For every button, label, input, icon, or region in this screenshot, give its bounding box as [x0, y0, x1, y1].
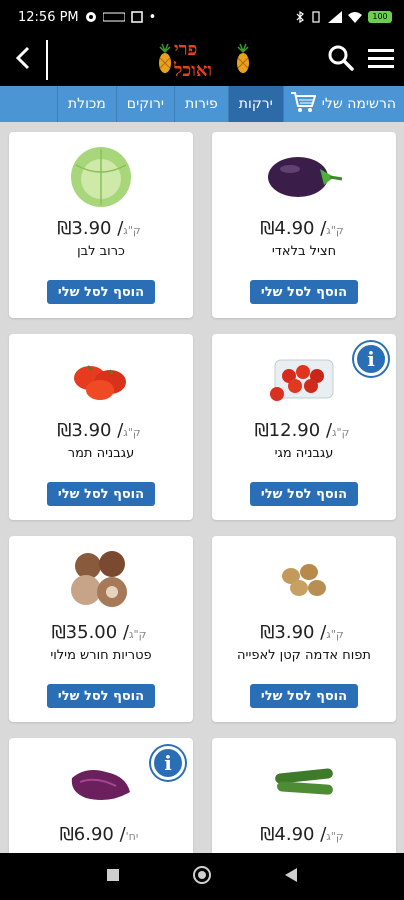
app-header: פרי ואוכל [0, 34, 404, 86]
wifi-icon [348, 11, 362, 23]
bluetooth-icon [296, 11, 304, 23]
product-name: עגבניה תמר [67, 446, 135, 461]
tab-label: פירות [185, 96, 218, 112]
cabbage-icon [9, 142, 193, 212]
product-card[interactable]: ק"ג/ ₪3.90 תפוח אדמה קטן לאפייה הוסף לסל… [212, 536, 396, 722]
product-price: ₪3.90 [57, 218, 112, 239]
signal-icon [328, 11, 342, 23]
app-notification-icon [85, 11, 97, 23]
product-unit: ק"ג [332, 426, 350, 439]
add-to-cart-button[interactable]: הוסף לסל שלי [47, 684, 155, 708]
product-price: ₪35.00 [51, 622, 118, 643]
product-card[interactable]: ק"ג/ ₪35.00 פטריות חורש מילוי הוסף לסל ש… [9, 536, 193, 722]
recents-icon[interactable] [106, 867, 120, 886]
product-unit: ק"ג [123, 426, 141, 439]
potato-icon [212, 546, 396, 616]
system-nav-bar [0, 853, 404, 900]
product-unit: יח' [125, 830, 139, 843]
logo[interactable]: פרי ואוכל [158, 39, 250, 81]
product-unit: ק"ג [123, 224, 141, 237]
product-unit: ק"ג [129, 628, 147, 641]
battery-icon: 100 [368, 11, 392, 23]
home-icon[interactable] [192, 865, 212, 889]
back-icon [15, 46, 31, 74]
product-card[interactable]: ק"ג/ ₪3.90 כרוב לבן הוסף לסל שלי [9, 132, 193, 318]
add-to-cart-button[interactable]: הוסף לסל שלי [250, 482, 358, 506]
eggplant-icon [212, 142, 396, 212]
dot-icon: • [148, 9, 157, 25]
category-tabs: הרשימה שלי ירקות פירות ירוקים מכולת [0, 86, 404, 122]
notification-icon [130, 11, 143, 23]
vibrate-icon [310, 11, 322, 23]
zucchini-icon [212, 748, 396, 818]
product-card[interactable]: i יח'/ ₪6.90 [9, 738, 193, 853]
product-name: עגבניה מגי [274, 446, 334, 461]
menu-icon[interactable] [368, 47, 394, 73]
product-card[interactable]: ק"ג/ ₪3.90 עגבניה תמר הוסף לסל שלי [9, 334, 193, 520]
tab-vegetables[interactable]: ירקות [227, 86, 283, 122]
cart-icon [290, 91, 317, 117]
status-time: 12:56 PM [18, 9, 79, 25]
add-to-cart-button[interactable]: הוסף לסל שלי [250, 280, 358, 304]
product-card[interactable]: ק"ג/ ₪4.90 [212, 738, 396, 853]
system-back-icon[interactable] [284, 867, 298, 887]
tab-grocery[interactable]: מכולת [56, 86, 116, 122]
tomato-icon [9, 344, 193, 414]
product-price: ₪12.90 [254, 420, 321, 441]
notification-badge-icon [102, 12, 125, 22]
tab-label: הרשימה שלי [321, 96, 396, 112]
product-price: ₪4.90 [260, 824, 315, 845]
product-grid: ק"ג/ ₪4.90 חציל בלאדי הוסף לסל שלי ק"ג/ … [0, 122, 404, 853]
tab-label: מכולת [67, 96, 106, 112]
pineapple-icon [158, 42, 172, 78]
tab-my-list[interactable]: הרשימה שלי [282, 86, 404, 122]
product-card[interactable]: ק"ג/ ₪4.90 חציל בלאדי הוסף לסל שלי [212, 132, 396, 318]
mushroom-icon [9, 546, 193, 616]
product-unit: ק"ג [326, 628, 344, 641]
add-to-cart-button[interactable]: הוסף לסל שלי [47, 482, 155, 506]
product-price: ₪3.90 [260, 622, 315, 643]
product-price: ₪3.90 [57, 420, 112, 441]
tab-greens[interactable]: ירוקים [115, 86, 174, 122]
search-icon[interactable] [328, 45, 354, 75]
product-card[interactable]: i ק"ג/ ₪12.90 עגבניה מגי הוסף לסל שלי [212, 334, 396, 520]
product-unit: ק"ג [326, 224, 344, 237]
status-bar: 12:56 PM • 100 [0, 0, 404, 34]
tab-label: ירוקים [126, 96, 164, 112]
product-name: תפוח אדמה קטן לאפייה [237, 648, 371, 663]
logo-text: פרי ואוכל [174, 39, 212, 81]
cherry-tomato-pack-icon [212, 344, 396, 414]
product-price: ₪4.90 [260, 218, 315, 239]
product-name: פטריות חורש מילוי [50, 648, 152, 663]
product-name: כרוב לבן [77, 244, 125, 259]
add-to-cart-button[interactable]: הוסף לסל שלי [250, 684, 358, 708]
red-cabbage-pack-icon [9, 748, 193, 818]
product-unit: ק"ג [326, 830, 344, 843]
add-to-cart-button[interactable]: הוסף לסל שלי [47, 280, 155, 304]
tab-fruits[interactable]: פירות [174, 86, 228, 122]
product-name: חציל בלאדי [271, 244, 337, 259]
pineapple-icon [236, 42, 250, 78]
tab-label: ירקות [238, 96, 273, 112]
back-button[interactable] [0, 40, 48, 80]
product-price: ₪6.90 [59, 824, 114, 845]
